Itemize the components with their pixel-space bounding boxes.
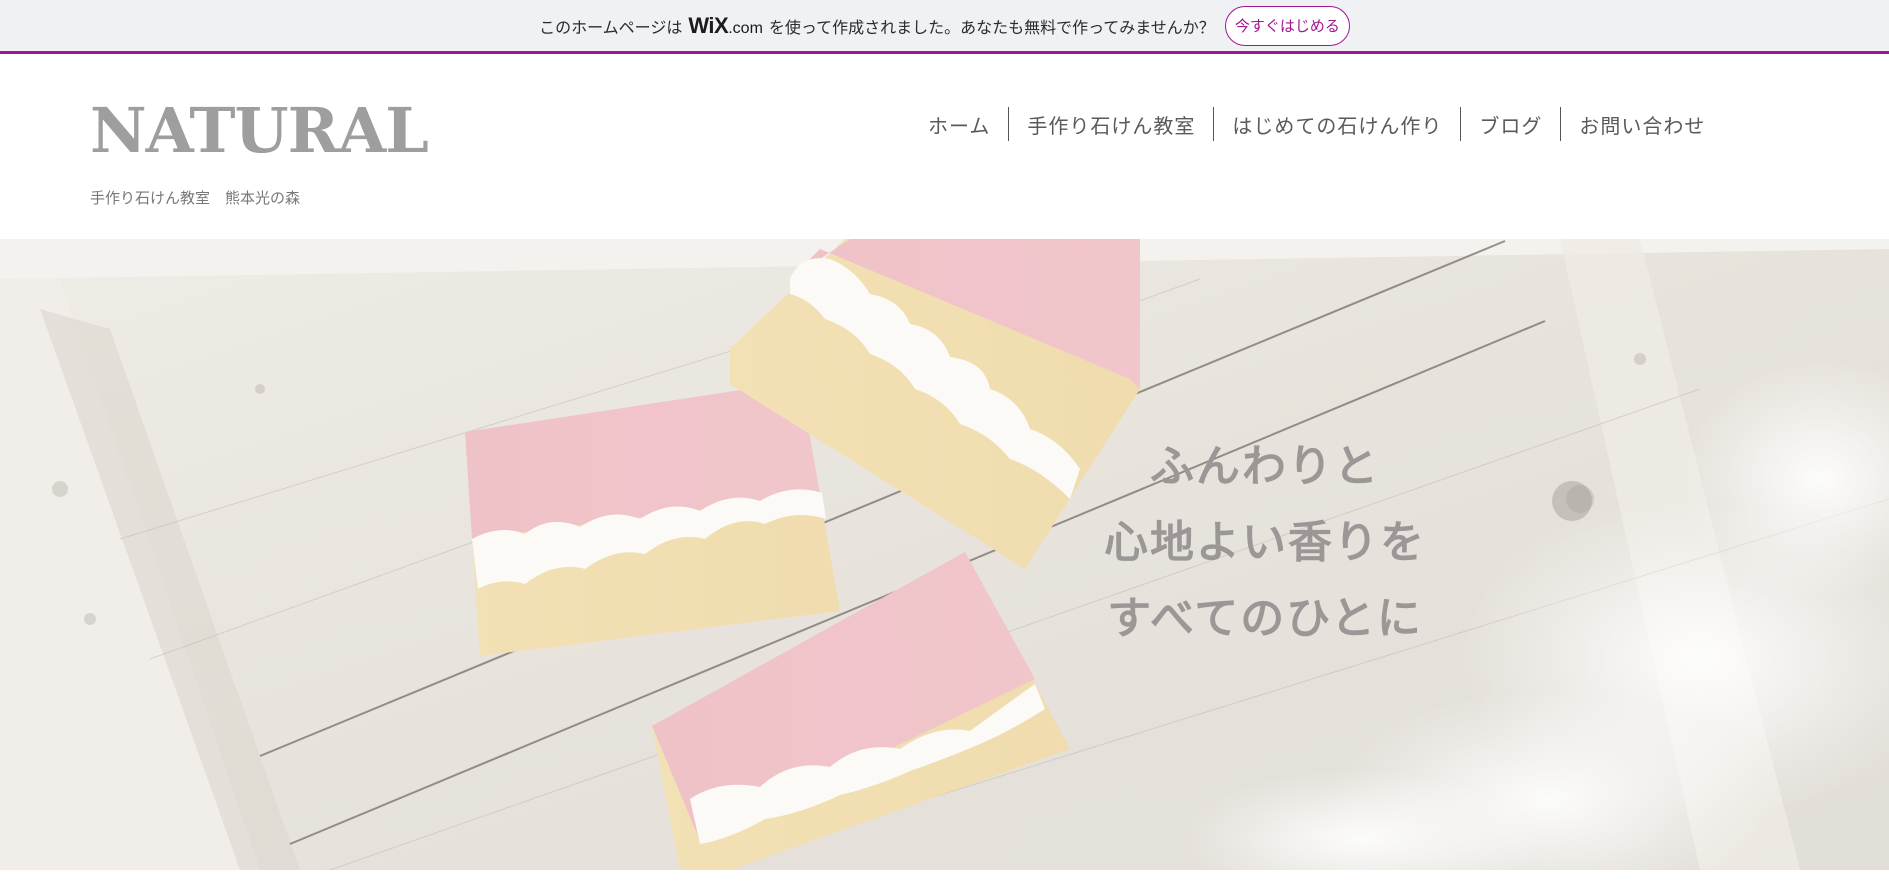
- site-logo[interactable]: NATURAL: [90, 100, 429, 162]
- nav-item-first-soap-making[interactable]: はじめての石けん作り: [1214, 106, 1460, 142]
- site-header: NATURAL 手作り石けん教室 熊本光の森 ホーム 手作り石けん教室 はじめて…: [0, 54, 1889, 239]
- nav-item-home[interactable]: ホーム: [910, 106, 1008, 142]
- hero-image: [0, 239, 1889, 870]
- hero-line-3: すべてのひとに: [1107, 593, 1423, 644]
- nav-item-blog[interactable]: ブログ: [1461, 106, 1560, 142]
- wix-promo-banner: このホームページは WiX.com を使って作成されました。あなたも無料で作って…: [0, 0, 1889, 54]
- wix-promo-text-after: を使って作成されました。あなたも無料で作ってみませんか？: [768, 17, 1215, 37]
- nav-item-soap-class[interactable]: 手作り石けん教室: [1009, 106, 1213, 142]
- page-bottom-strip: [0, 870, 1889, 881]
- nav-item-contact[interactable]: お問い合わせ: [1561, 106, 1723, 142]
- wix-logo[interactable]: WiX.com: [688, 13, 763, 39]
- wix-promo-text-before: このホームページは: [539, 17, 683, 37]
- hero-line-2: 心地よい香りを: [1104, 517, 1426, 568]
- main-nav: ホーム 手作り石けん教室 はじめての石けん作り ブログ お問い合わせ: [910, 106, 1723, 142]
- wix-logo-wordmark: WiX: [688, 12, 729, 38]
- wix-promo-message: このホームページは WiX.com を使って作成されました。あなたも無料で作って…: [539, 13, 1215, 39]
- hero-headline: ふんわりと 心地よい香りを すべてのひとに: [1100, 429, 1430, 657]
- start-now-button[interactable]: 今すぐはじめる: [1224, 5, 1350, 46]
- site-tagline: 手作り石けん教室 熊本光の森: [90, 189, 301, 207]
- wix-logo-domain: .com: [728, 19, 763, 37]
- hero-banner: ふんわりと 心地よい香りを すべてのひとに: [0, 239, 1889, 870]
- hero-line-1: ふんわりと: [1150, 441, 1380, 492]
